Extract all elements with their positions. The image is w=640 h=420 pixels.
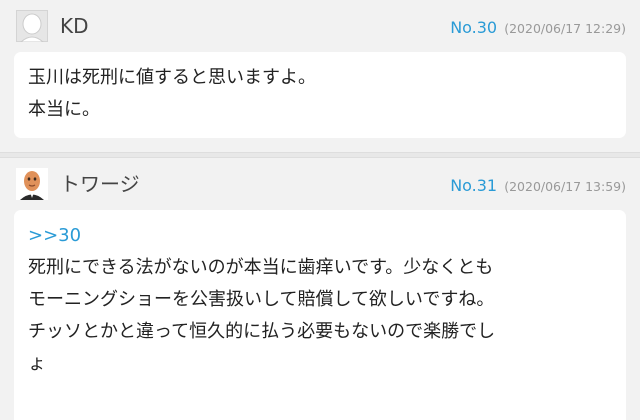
comment-thread: KD No.30 (2020/06/17 12:29) 玉川は死刑に値すると思い…	[0, 0, 640, 420]
post-meta: No.30 (2020/06/17 12:29)	[450, 18, 626, 38]
post-number-link[interactable]: No.30	[450, 18, 497, 37]
comment-text-line: チッソとかと違って恒久的に払う必要もないので楽勝でし	[28, 321, 496, 342]
post-meta: No.31 (2020/06/17 13:59)	[450, 176, 626, 196]
comment-text-line: 玉川は死刑に値すると思いますよ。	[28, 67, 316, 88]
comment-body: 玉川は死刑に値すると思いますよ。 本当に。	[14, 52, 626, 138]
comment-post-31: トワージ No.31 (2020/06/17 13:59) >>30 死刑にでき…	[0, 158, 640, 420]
bald-man-avatar-icon[interactable]	[16, 168, 48, 200]
comment-text-line: モーニングショーを公害扱いして賠償して欲しいですね。	[28, 289, 495, 310]
comment-header: KD No.30 (2020/06/17 12:29)	[0, 0, 640, 52]
post-timestamp: (2020/06/17 13:59)	[504, 179, 626, 194]
post-number-link[interactable]: No.31	[450, 176, 497, 195]
comment-body: >>30 死刑にできる法がないのが本当に歯痒いです。少なくとも モーニングショー…	[14, 210, 626, 420]
username[interactable]: KD	[60, 14, 89, 38]
comment-text-line: 本当に。	[28, 99, 100, 120]
blank-face-avatar-icon[interactable]	[16, 10, 48, 42]
username[interactable]: トワージ	[60, 172, 140, 196]
reply-anchor-link[interactable]: >>30	[28, 220, 612, 252]
post-timestamp: (2020/06/17 12:29)	[504, 21, 626, 36]
comment-text-line: ょ	[28, 353, 46, 374]
comment-header: トワージ No.31 (2020/06/17 13:59)	[0, 158, 640, 210]
comment-text-line: 死刑にできる法がないのが本当に歯痒いです。少なくとも	[28, 257, 494, 278]
comment-post-30: KD No.30 (2020/06/17 12:29) 玉川は死刑に値すると思い…	[0, 0, 640, 152]
